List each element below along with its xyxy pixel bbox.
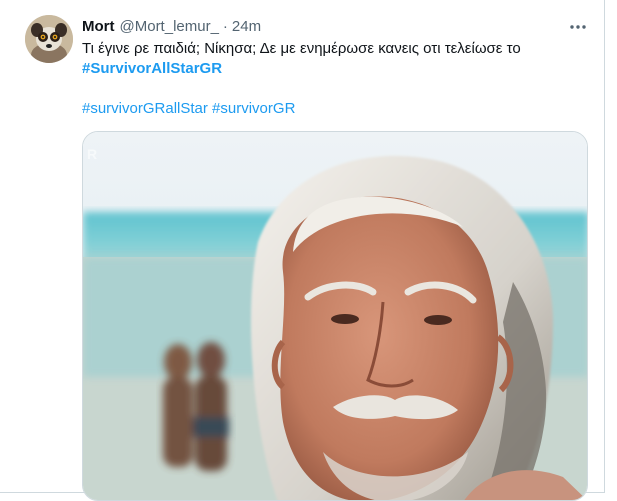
more-options-button[interactable] (565, 14, 591, 40)
tweet-text-line: Τι έγινε ρε παιδιά; Νίκησα; Δε με ενημέρ… (82, 40, 521, 57)
hashtag-link-2[interactable]: #survivorGR (212, 100, 295, 117)
tweet-media-photo[interactable]: R (82, 131, 588, 501)
media-watermark: R (87, 146, 97, 162)
display-name[interactable]: Mort (82, 18, 115, 35)
separator-dot: · (222, 17, 228, 35)
timestamp[interactable]: 24m (232, 18, 261, 35)
tweet-card[interactable]: Mort @Mort_lemur_ · 24m Τι έγινε ρε παιδ… (0, 0, 605, 501)
lemur-avatar-icon (25, 15, 73, 63)
hashtag-link-main[interactable]: #SurvivorAllStarGR (82, 60, 222, 77)
more-horizontal-icon (570, 25, 586, 29)
photo-image (83, 132, 587, 500)
hashtag-link-1[interactable]: #survivorGRallStar (82, 100, 208, 117)
user-handle[interactable]: @Mort_lemur_ (120, 18, 219, 35)
tweet-text: Τι έγινε ρε παιδιά; Νίκησα; Δε με ενημέρ… (82, 39, 582, 119)
tweet-header: Mort @Mort_lemur_ · 24m (82, 16, 261, 36)
avatar[interactable] (25, 15, 73, 63)
